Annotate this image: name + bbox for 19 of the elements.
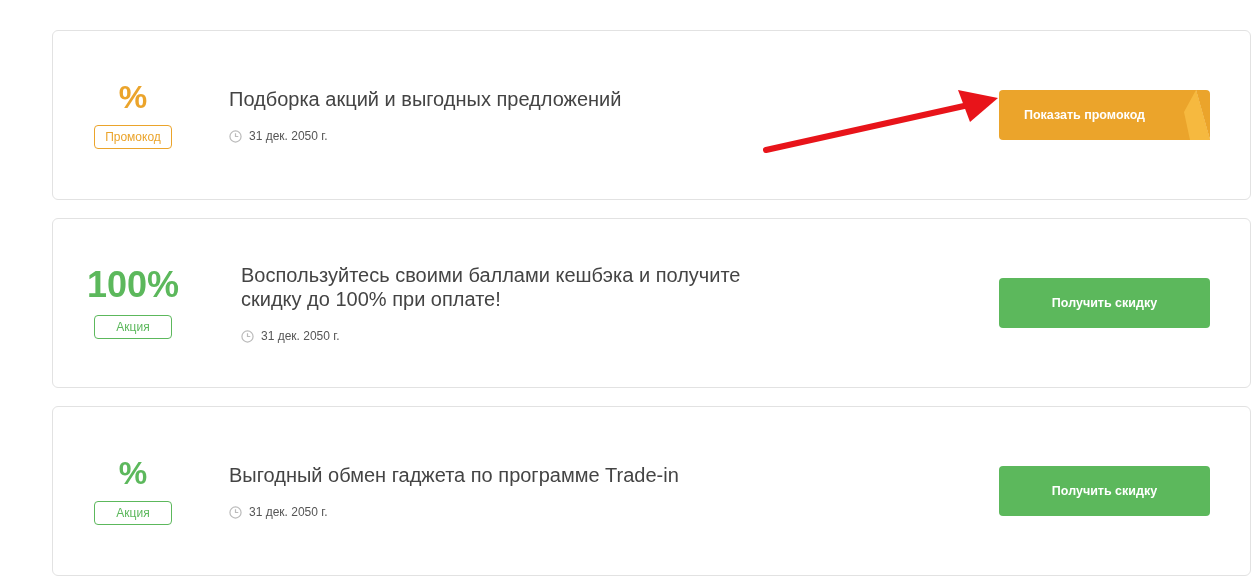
discount-value: 100% (86, 267, 180, 303)
get-discount-button[interactable]: Получить скидку (999, 466, 1210, 516)
offer-tag: Акция (94, 315, 172, 339)
discount-value: % (118, 457, 148, 489)
offer-tag: Акция (94, 501, 172, 525)
show-promo-code-button[interactable]: Показать промокод (999, 90, 1210, 140)
offer-title: Воспользуйтесь своими баллами кешбэка и получите скидку до 100% при оплате! (241, 262, 742, 312)
get-discount-button[interactable]: Получить скидку (999, 278, 1210, 328)
expiry-date: 31 дек. 2050 г. (249, 505, 328, 520)
offer-tag: Промокод (94, 125, 172, 149)
discount-value: % (118, 81, 148, 113)
clock-icon (241, 329, 254, 343)
clock-icon (229, 129, 242, 143)
folded-corner-icon (1174, 90, 1210, 140)
offer-title: Подборка акций и выгодных предложений (229, 86, 623, 112)
offer-title: Выгодный обмен гаджета по программе Trade-in (229, 462, 680, 488)
expiry-date: 31 дек. 2050 г. (261, 329, 340, 344)
clock-icon (229, 505, 242, 519)
expiry-date: 31 дек. 2050 г. (249, 129, 328, 144)
